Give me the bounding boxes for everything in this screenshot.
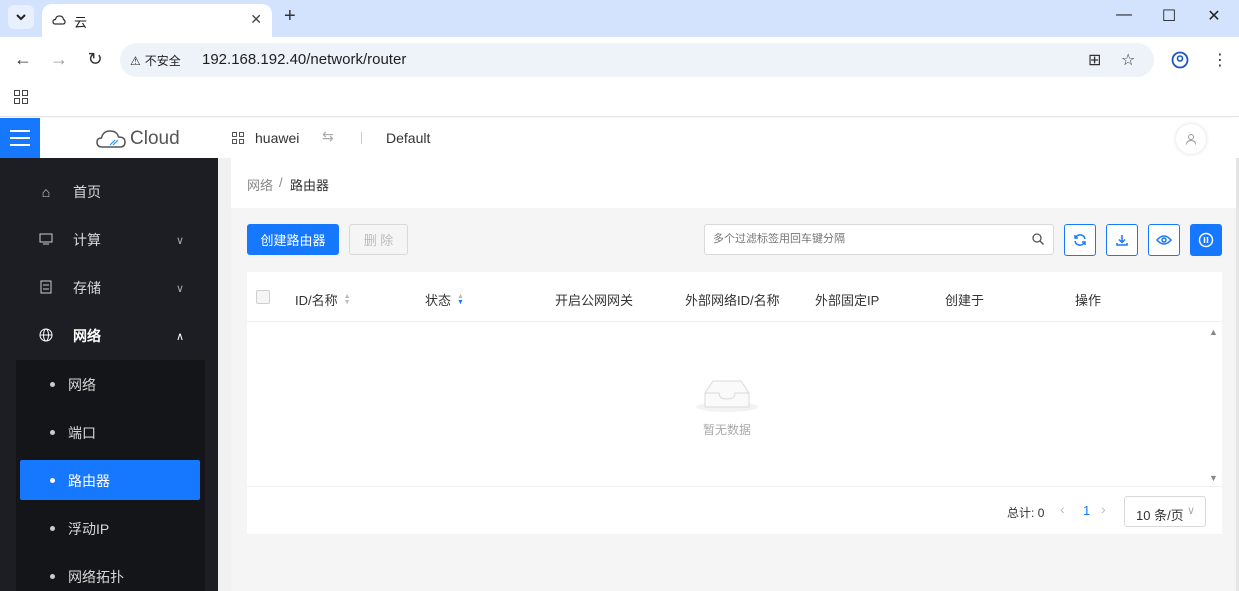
back-icon[interactable]: ← xyxy=(13,49,33,70)
logo: Cloud xyxy=(96,128,180,150)
sidebar: ⌂ 首页 计算 ∨ 存储 ∨ 网络 ∧ 网络 端口 路由器 浮动IP 网络拓扑 xyxy=(0,158,218,591)
maximize-icon[interactable]: ☐ xyxy=(1159,6,1179,26)
url-text[interactable]: 192.168.192.40/network/router xyxy=(202,51,406,68)
apps-icon[interactable] xyxy=(14,90,28,104)
scroll-up-icon[interactable]: ▲ xyxy=(1209,327,1218,337)
sidebar-subitem-network[interactable]: 网络 xyxy=(20,364,200,404)
chevron-down-icon: ∨ xyxy=(176,234,185,247)
eye-icon xyxy=(1156,235,1172,245)
project-name[interactable]: Default xyxy=(386,130,430,146)
refresh-icon xyxy=(1074,234,1086,246)
chevron-down-icon: ∨ xyxy=(1187,505,1196,517)
app-header: Cloud huawei ⇆ Default xyxy=(0,118,1239,158)
breadcrumb-separator: / xyxy=(279,175,283,190)
domain-icon xyxy=(232,132,244,144)
breadcrumb-current: 路由器 xyxy=(290,178,330,193)
domain-name[interactable]: huawei xyxy=(255,130,299,146)
chevron-up-icon: ∧ xyxy=(176,330,185,343)
sidebar-subitem-routers[interactable]: 路由器 xyxy=(20,460,200,500)
close-tab-icon[interactable]: ✕ xyxy=(250,11,262,28)
page-size-select[interactable]: 10 条/页 ∨ xyxy=(1124,496,1206,527)
prev-page-icon[interactable]: ‹ xyxy=(1060,501,1065,517)
monitor-icon xyxy=(38,232,54,248)
delete-button[interactable]: 删 除 xyxy=(349,224,408,255)
close-window-icon[interactable]: ✕ xyxy=(1204,6,1224,26)
create-router-button[interactable]: 创建路由器 xyxy=(247,224,339,255)
tab-search-button[interactable] xyxy=(8,5,34,29)
column-header-external-ip: 外部固定IP xyxy=(815,293,880,308)
omnibox[interactable]: ⚠ 不安全 192.168.192.40/network/router ⊞ ☆ xyxy=(120,43,1154,77)
filter-search-box[interactable] xyxy=(704,224,1054,255)
download-button[interactable] xyxy=(1106,224,1138,256)
sidebar-scrollbar[interactable] xyxy=(218,158,231,591)
total-count: 总计: 0 xyxy=(1007,506,1045,520)
download-icon xyxy=(1116,235,1128,246)
chevron-down-icon: ∨ xyxy=(176,282,185,295)
security-indicator[interactable]: ⚠ 不安全 xyxy=(130,52,181,69)
select-all-checkbox[interactable] xyxy=(256,290,270,304)
user-avatar-icon[interactable] xyxy=(1176,124,1206,154)
main-content: 网络 / 路由器 创建路由器 删 除 ID/名称 ▲▼ 状态 ▲▼ 开启公网网关 xyxy=(231,158,1239,591)
column-header-status[interactable]: 状态 ▲ ▼ xyxy=(425,290,464,309)
minimize-icon[interactable]: — xyxy=(1114,6,1134,24)
empty-inbox-icon xyxy=(696,380,758,412)
search-input[interactable] xyxy=(713,233,1023,245)
sidebar-item-storage[interactable]: 存储 ∨ xyxy=(0,264,218,312)
next-page-icon[interactable]: › xyxy=(1101,501,1106,517)
column-header-created: 创建于 xyxy=(945,293,985,308)
more-menu-icon[interactable]: ⋮ xyxy=(1212,50,1228,70)
forward-icon[interactable]: → xyxy=(49,49,69,70)
cloud-logo-icon xyxy=(96,130,126,148)
empty-state-text: 暂无数据 xyxy=(703,423,752,437)
breadcrumb-parent[interactable]: 网络 xyxy=(247,175,273,194)
column-header-external-network: 外部网络ID/名称 xyxy=(685,293,780,308)
sidebar-item-home[interactable]: ⌂ 首页 xyxy=(0,168,218,216)
switch-icon[interactable]: ⇆ xyxy=(322,128,334,145)
scroll-down-icon[interactable]: ▼ xyxy=(1209,473,1218,483)
sidebar-item-compute[interactable]: 计算 ∨ xyxy=(0,216,218,264)
tab-title: 云 xyxy=(74,15,88,30)
warning-icon: ⚠ xyxy=(130,53,141,68)
sidebar-item-network[interactable]: 网络 ∧ xyxy=(0,312,218,360)
sidebar-subitem-ports[interactable]: 端口 xyxy=(20,412,200,452)
logo-text: Cloud xyxy=(130,128,180,149)
browser-tab[interactable]: 云 ✕ xyxy=(42,4,272,37)
storage-icon xyxy=(38,280,54,297)
browser-tab-bar: 云 ✕ + — ☐ ✕ xyxy=(0,0,1239,37)
sidebar-subitem-topology[interactable]: 网络拓扑 xyxy=(20,556,200,591)
translate-icon[interactable]: ⊞ xyxy=(1088,50,1101,70)
header-divider xyxy=(361,132,362,144)
reload-icon[interactable]: ↻ xyxy=(85,49,105,70)
cloud-favicon-icon xyxy=(52,15,66,25)
pagination: 总计: 0 ‹ 1 › 10 条/页 ∨ xyxy=(247,486,1222,534)
home-icon: ⌂ xyxy=(41,184,51,200)
column-visibility-button[interactable] xyxy=(1148,224,1180,256)
address-bar: ← → ↻ ⚠ 不安全 192.168.192.40/network/route… xyxy=(0,37,1239,82)
bookmark-star-icon[interactable]: ☆ xyxy=(1121,50,1135,70)
page-number[interactable]: 1 xyxy=(1083,503,1090,518)
sort-icon[interactable]: ▲ ▼ xyxy=(344,293,351,306)
bookmarks-bar xyxy=(0,82,1239,117)
globe-icon xyxy=(38,328,54,345)
column-header-id-name[interactable]: ID/名称 ▲ ▼ xyxy=(295,290,351,309)
refresh-button[interactable] xyxy=(1064,224,1096,256)
sort-icon[interactable]: ▲ ▼ xyxy=(457,293,464,306)
pause-auto-refresh-button[interactable] xyxy=(1190,224,1222,256)
breadcrumb: 网络 / 路由器 xyxy=(231,158,1239,208)
table-body: 暂无数据 ▲ ▼ xyxy=(247,323,1222,486)
column-header-actions: 操作 xyxy=(1075,293,1102,308)
table-header: ID/名称 ▲ ▼ 状态 ▲ ▼ 开启公网网关 外部网络ID/名称 外部固定IP 创… xyxy=(247,272,1222,322)
search-icon[interactable] xyxy=(1031,232,1045,246)
menu-toggle-button[interactable] xyxy=(0,118,40,158)
profile-icon[interactable] xyxy=(1171,51,1189,69)
column-header-public-gateway: 开启公网网关 xyxy=(555,293,634,308)
sidebar-subitem-floating-ip[interactable]: 浮动IP xyxy=(20,508,200,548)
chevron-down-icon xyxy=(16,14,26,21)
new-tab-icon[interactable]: + xyxy=(284,5,296,28)
pause-circle-icon xyxy=(1198,232,1214,248)
router-table: ID/名称 ▲ ▼ 状态 ▲ ▼ 开启公网网关 外部网络ID/名称 外部固定IP 创… xyxy=(247,272,1222,534)
